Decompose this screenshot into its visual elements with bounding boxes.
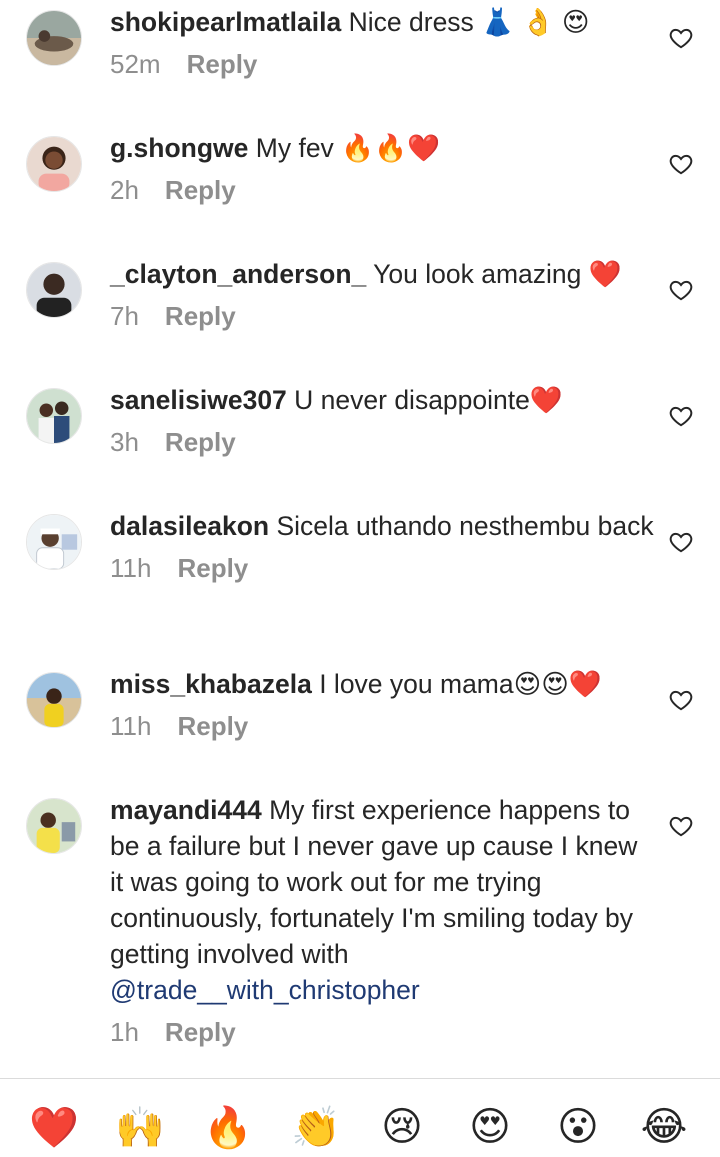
- heart-outline-icon[interactable]: [668, 403, 694, 429]
- comment-username[interactable]: shokipearlmatlaila: [110, 7, 341, 37]
- comment-username[interactable]: miss_khabazela: [110, 669, 312, 699]
- surprised-reaction-button[interactable]: 😮: [548, 1097, 608, 1157]
- fire-reaction-button[interactable]: 🔥: [198, 1097, 258, 1157]
- comment-username[interactable]: g.shongwe: [110, 133, 248, 163]
- comment-username[interactable]: _clayton_anderson_: [110, 259, 366, 289]
- avatar[interactable]: [26, 798, 82, 854]
- comment-text: You look amazing ❤️: [373, 259, 622, 289]
- comment-time: 11h: [110, 711, 152, 741]
- reply-button[interactable]: Reply: [177, 553, 248, 583]
- comment-time: 52m: [110, 49, 161, 79]
- avatar[interactable]: [26, 10, 82, 66]
- comment-text: Nice dress 👗 👌 😍: [348, 7, 590, 37]
- comment-username[interactable]: sanelisiwe307: [110, 385, 287, 415]
- reply-button[interactable]: Reply: [165, 301, 236, 331]
- heart-reaction-button[interactable]: ❤️: [24, 1097, 84, 1157]
- mention-link[interactable]: @trade__with_christopher: [110, 975, 420, 1005]
- reply-button[interactable]: Reply: [165, 427, 236, 457]
- tears-of-joy-reaction-button[interactable]: 😂: [634, 1097, 694, 1157]
- comment-text: Sicela uthando nesthembu back: [276, 511, 654, 541]
- heart-outline-icon[interactable]: [668, 687, 694, 713]
- comment-text: I love you mama😍😍❤️: [319, 669, 602, 699]
- comment-time: 3h: [110, 427, 139, 457]
- raised-hands-reaction-button[interactable]: 🙌: [110, 1097, 170, 1157]
- heart-outline-icon[interactable]: [668, 813, 694, 839]
- comment-time: 1h: [110, 1017, 139, 1047]
- heart-eyes-reaction-button[interactable]: 😍: [460, 1097, 520, 1157]
- crying-reaction-button[interactable]: 😢: [372, 1097, 432, 1157]
- heart-outline-icon[interactable]: [668, 151, 694, 177]
- comment-time: 2h: [110, 175, 139, 205]
- comment-username[interactable]: mayandi444: [110, 795, 262, 825]
- avatar[interactable]: [26, 388, 82, 444]
- reply-button[interactable]: Reply: [165, 1017, 236, 1047]
- heart-outline-icon[interactable]: [668, 529, 694, 555]
- heart-outline-icon[interactable]: [668, 277, 694, 303]
- clap-reaction-button[interactable]: 👏: [286, 1097, 346, 1157]
- reply-button[interactable]: Reply: [187, 49, 258, 79]
- reply-button[interactable]: Reply: [165, 175, 236, 205]
- avatar[interactable]: [26, 136, 82, 192]
- comment-text: My fev 🔥🔥❤️: [255, 133, 441, 163]
- avatar[interactable]: [26, 514, 82, 570]
- heart-outline-icon[interactable]: [668, 25, 694, 51]
- comment-username[interactable]: dalasileakon: [110, 511, 269, 541]
- avatar[interactable]: [26, 672, 82, 728]
- comment-time: 7h: [110, 301, 139, 331]
- reply-button[interactable]: Reply: [177, 711, 248, 741]
- quick-reaction-bar: ❤️ 🙌 🔥 👏 😢 😍 😮 😂: [0, 1079, 720, 1150]
- avatar[interactable]: [26, 262, 82, 318]
- comment-time: 11h: [110, 553, 152, 583]
- comment-text: U never disappointe❤️: [294, 385, 563, 415]
